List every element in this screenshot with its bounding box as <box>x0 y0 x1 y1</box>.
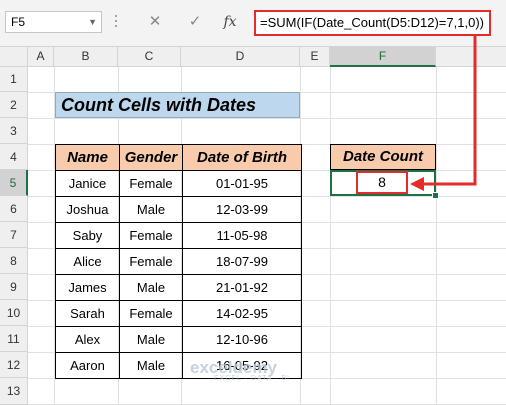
drag-handle-icon[interactable] <box>113 12 119 32</box>
cell-gender[interactable]: Male <box>119 326 183 353</box>
header-name[interactable]: Name <box>55 144 120 171</box>
cell-name[interactable]: Joshua <box>55 196 120 223</box>
column-header-f[interactable]: F <box>330 47 436 67</box>
column-header-e[interactable]: E <box>300 47 330 67</box>
table-row: Alex Male 12-10-96 <box>55 326 302 353</box>
date-count-value[interactable]: 8 <box>356 171 408 194</box>
cell-gender[interactable]: Female <box>119 300 183 327</box>
data-table: Name Gender Date of Birth Janice Female … <box>55 144 302 379</box>
cell-gender[interactable]: Male <box>119 196 183 223</box>
cell-gender[interactable]: Female <box>119 248 183 275</box>
table-row: Sarah Female 14-02-95 <box>55 300 302 327</box>
cell-date[interactable]: 01-01-95 <box>182 170 302 197</box>
header-date-of-birth[interactable]: Date of Birth <box>182 144 302 171</box>
row-header-6[interactable]: 6 <box>0 196 28 222</box>
formula-bar-area: F5 ▼ ✕ ✓ fx =SUM(IF(Date_Count(D5:D12)=7… <box>0 0 506 47</box>
table-row: James Male 21-01-92 <box>55 274 302 301</box>
cell-gender[interactable]: Male <box>119 352 183 379</box>
cell-date[interactable]: 12-03-99 <box>182 196 302 223</box>
table-row: Janice Female 01-01-95 <box>55 170 302 197</box>
column-header-a[interactable]: A <box>28 47 54 67</box>
column-header-c[interactable]: C <box>118 47 181 67</box>
name-box-value: F5 <box>11 15 26 29</box>
cancel-icon[interactable]: ✕ <box>143 11 167 33</box>
cell-gender[interactable]: Female <box>119 222 183 249</box>
row-header-7[interactable]: 7 <box>0 222 28 248</box>
cell-name[interactable]: Janice <box>55 170 120 197</box>
row-header-13[interactable]: 13 <box>0 378 28 405</box>
cell-date[interactable]: 12-10-96 <box>182 326 302 353</box>
cell-gender[interactable]: Male <box>119 274 183 301</box>
watermark-tagline: EXCEL · DATA · BI <box>214 375 290 382</box>
header-gender[interactable]: Gender <box>119 144 183 171</box>
row-header-5[interactable]: 5 <box>0 170 28 196</box>
fill-handle[interactable] <box>432 192 439 199</box>
table-row: Saby Female 11-05-98 <box>55 222 302 249</box>
cell-name[interactable]: Alex <box>55 326 120 353</box>
row-header-10[interactable]: 10 <box>0 300 28 326</box>
cell-gender[interactable]: Female <box>119 170 183 197</box>
row-header-12[interactable]: 12 <box>0 352 28 378</box>
formula-input[interactable]: =SUM(IF(Date_Count(D5:D12)=7,1,0)) <box>254 10 491 36</box>
row-header-3[interactable]: 3 <box>0 118 28 144</box>
cell-date[interactable]: 18-07-99 <box>182 248 302 275</box>
column-header-d[interactable]: D <box>181 47 300 67</box>
column-header-blank <box>436 47 506 67</box>
row-header-8[interactable]: 8 <box>0 248 28 274</box>
name-box[interactable]: F5 ▼ <box>5 11 102 33</box>
watermark-logo: exceldemy EXCEL · DATA · BI <box>190 358 290 382</box>
chevron-down-icon[interactable]: ▼ <box>88 12 97 32</box>
cell-date[interactable]: 14-02-95 <box>182 300 302 327</box>
cell-name[interactable]: James <box>55 274 120 301</box>
cell-date[interactable]: 11-05-98 <box>182 222 302 249</box>
cell-name[interactable]: Alice <box>55 248 120 275</box>
table-row: Joshua Male 12-03-99 <box>55 196 302 223</box>
insert-function-icon[interactable]: fx <box>218 11 242 33</box>
row-header-4[interactable]: 4 <box>0 144 28 170</box>
row-header-2[interactable]: 2 <box>0 92 28 118</box>
cell-name[interactable]: Saby <box>55 222 120 249</box>
enter-icon[interactable]: ✓ <box>183 11 207 33</box>
cell-date[interactable]: 21-01-92 <box>182 274 302 301</box>
select-all-corner[interactable] <box>0 47 28 67</box>
column-header-b[interactable]: B <box>54 47 118 67</box>
row-header-9[interactable]: 9 <box>0 274 28 300</box>
sheet-title[interactable]: Count Cells with Dates <box>55 92 300 118</box>
cell-name[interactable]: Aaron <box>55 352 120 379</box>
row-header-1[interactable]: 1 <box>0 67 28 92</box>
row-header-11[interactable]: 11 <box>0 326 28 352</box>
table-row: Alice Female 18-07-99 <box>55 248 302 275</box>
cell-name[interactable]: Sarah <box>55 300 120 327</box>
date-count-header[interactable]: Date Count <box>330 144 436 170</box>
